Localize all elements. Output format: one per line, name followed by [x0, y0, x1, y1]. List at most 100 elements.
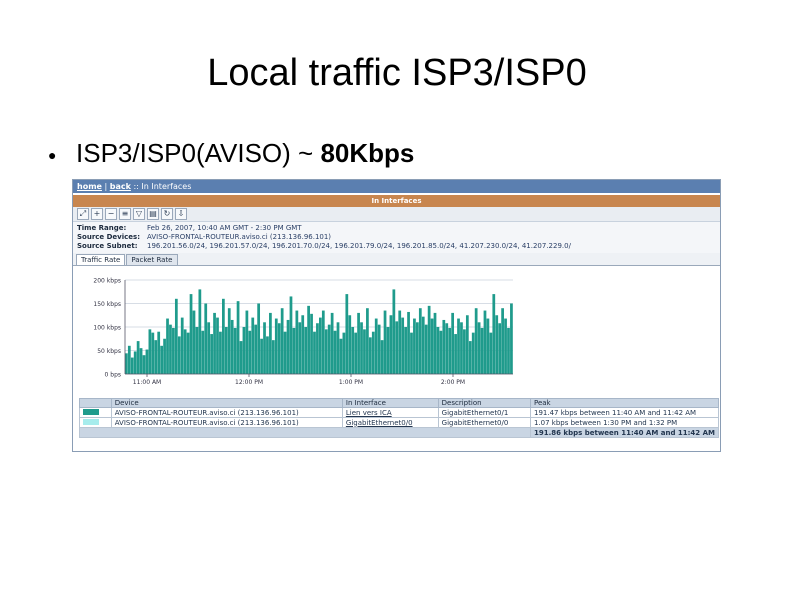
x-tick-label: 11:00 AM [133, 379, 161, 386]
chart-bar [354, 332, 358, 374]
chart-bar [468, 341, 472, 374]
legend-row: AVISO-FRONTAL-ROUTEUR.aviso.ci (213.136.… [79, 417, 720, 428]
chart-bar [280, 308, 284, 374]
chart-bar [198, 289, 202, 374]
refresh-icon[interactable]: ↻ [161, 208, 173, 220]
chart-bar [219, 331, 222, 374]
y-tick-label: 150 kbps [93, 301, 121, 308]
chart-bar [327, 324, 331, 374]
chart-bar [448, 327, 452, 374]
chart-bar [233, 327, 237, 374]
zoom-icon[interactable]: ⤢ [77, 208, 89, 220]
chart-bar [486, 318, 490, 374]
chart-bar [495, 315, 499, 374]
chart-bar [457, 318, 460, 374]
chart-bar [507, 327, 510, 374]
chart-bar [371, 331, 375, 374]
chart-bar [498, 323, 502, 374]
chart-bar [224, 327, 228, 374]
legend-device: AVISO-FRONTAL-ROUTEUR.aviso.ci (213.136.… [110, 417, 343, 428]
legend-description: GigabitEthernet0/1 [437, 407, 531, 418]
chart-bar [333, 330, 337, 374]
chart-bar [489, 332, 493, 374]
home-link[interactable]: home [77, 182, 102, 191]
chart-bar [427, 305, 431, 374]
bullet-line: ● ISP3/ISP0(AVISO) ~ 80Kbps [48, 138, 414, 169]
legend-interface-link[interactable]: Lien vers ICA [341, 407, 439, 418]
chart-bar [151, 332, 155, 374]
chart-bar [148, 329, 152, 374]
chart-bar [474, 308, 478, 374]
chart-bar [177, 336, 181, 374]
chart-bar [257, 303, 261, 374]
chart-bar [222, 298, 225, 374]
chart-bar [501, 308, 504, 374]
legend-swatch [83, 408, 99, 415]
legend-swatch [83, 418, 99, 425]
chart-bar [283, 331, 287, 374]
legend-header-description: Description [437, 398, 531, 408]
chart-bar [183, 329, 187, 374]
time-range-label: Time Range: [77, 224, 127, 232]
legend-peak: 1.07 kbps between 1:30 PM and 1:32 PM [529, 417, 720, 428]
traffic-chart: 200 kbps 150 kbps 100 kbps 50 kbps 0 bps 11:0… [73, 266, 720, 392]
chart-bar [339, 338, 343, 374]
chart-bar [248, 330, 252, 374]
chart-bar [398, 310, 402, 374]
chart-bar [251, 317, 255, 374]
chart-bar [424, 324, 428, 374]
chart-bar [460, 322, 463, 374]
chart-bar [330, 312, 334, 374]
legend-color-cell [79, 407, 112, 418]
chart-bar [360, 322, 363, 374]
info-block: Time Range: Feb 26, 2007, 10:40 AM GMT - … [73, 222, 720, 253]
chart-bar [192, 310, 196, 374]
chart-bar [195, 327, 199, 374]
chart-bar [266, 336, 269, 374]
list-icon[interactable]: ≡ [119, 208, 131, 220]
x-tick-label: 1:00 PM [339, 379, 363, 386]
chart-bar [430, 318, 434, 374]
chart-bar [295, 310, 299, 374]
legend-description: GigabitEthernet0/0 [437, 417, 531, 428]
chart-bar [454, 334, 457, 374]
filter-icon[interactable]: ▽ [133, 208, 145, 220]
chart-bar [351, 327, 355, 374]
chart-bar [321, 310, 325, 374]
chart-bar [174, 298, 178, 374]
legend-header-row: Device In Interface Description Peak [79, 398, 720, 408]
chart-bar [442, 319, 446, 374]
x-tick-label: 12:00 PM [235, 379, 263, 386]
legend-interface-link[interactable]: GigabitEthernet0/0 [341, 417, 439, 428]
panel-title: In Interfaces [73, 195, 720, 207]
chart-bar [133, 351, 137, 374]
chart-bar [324, 329, 328, 374]
legend-row: AVISO-FRONTAL-ROUTEUR.aviso.ci (213.136.… [79, 407, 720, 418]
source-devices-label: Source Devices: [77, 233, 141, 241]
chart-bar [145, 349, 149, 374]
chart-bar [204, 303, 208, 374]
tab-traffic-rate[interactable]: Traffic Rate [76, 254, 126, 265]
zoom-in-icon[interactable]: + [91, 208, 103, 220]
chart-bar [230, 319, 234, 374]
report-screenshot: home | back :: In Interfaces In Interfac… [72, 179, 721, 452]
chart-bar [316, 323, 319, 374]
chart-bar [407, 311, 410, 374]
chart-bar [380, 340, 384, 374]
print-icon[interactable]: ▤ [147, 208, 159, 220]
chart-bar [439, 330, 443, 374]
back-link[interactable]: back [110, 182, 131, 191]
x-tick-label: 2:00 PM [441, 379, 465, 386]
chart-bar [363, 329, 366, 374]
tab-packet-rate[interactable]: Packet Rate [126, 254, 178, 265]
zoom-out-icon[interactable]: − [105, 208, 117, 220]
tab-bar: Traffic Rate Packet Rate [73, 253, 720, 266]
chart-bar [413, 318, 416, 374]
traffic-chart-svg: 200 kbps 150 kbps 100 kbps 50 kbps 0 bps 11:0… [93, 278, 513, 386]
chart-bar [348, 315, 352, 374]
chart-bar [242, 327, 246, 374]
chart-bar [289, 296, 293, 374]
chart-bar [180, 317, 184, 374]
chart-bar [236, 301, 240, 374]
export-icon[interactable]: ⇩ [175, 208, 187, 220]
